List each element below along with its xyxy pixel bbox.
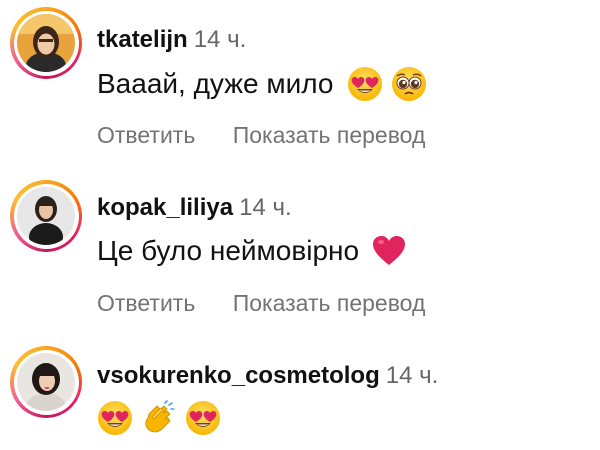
red-heart-emoji <box>371 233 407 269</box>
reply-button[interactable]: Ответить <box>97 121 195 149</box>
avatar[interactable] <box>17 187 75 245</box>
show-translation-button[interactable]: Показать перевод <box>233 121 426 149</box>
comment-username[interactable]: kopak_liliya <box>97 194 233 221</box>
heart-eyes-emoji <box>97 400 133 436</box>
comment-text: Вааай, дуже мило <box>97 68 334 99</box>
comment-timestamp: 14 ч. <box>239 194 292 221</box>
comment-text: Це було неймовірно <box>97 235 360 266</box>
heart-eyes-emoji <box>185 400 221 436</box>
show-translation-button[interactable]: Показать перевод <box>233 289 426 317</box>
avatar[interactable] <box>17 353 75 411</box>
story-ring[interactable] <box>10 180 82 252</box>
pleading-face-emoji <box>391 66 427 102</box>
comment-timestamp: 14 ч. <box>193 26 247 53</box>
clapping-hands-emoji <box>141 400 177 436</box>
comment-username[interactable]: tkatelijn <box>97 26 188 53</box>
story-ring[interactable] <box>10 7 82 79</box>
comment-username[interactable]: vsokurenko_cosmetolog <box>97 362 380 389</box>
story-ring[interactable] <box>10 346 82 418</box>
comment-timestamp: 14 ч. <box>385 362 439 389</box>
reply-button[interactable]: Ответить <box>97 289 195 317</box>
heart-eyes-emoji <box>347 66 383 102</box>
avatar[interactable] <box>17 14 75 72</box>
